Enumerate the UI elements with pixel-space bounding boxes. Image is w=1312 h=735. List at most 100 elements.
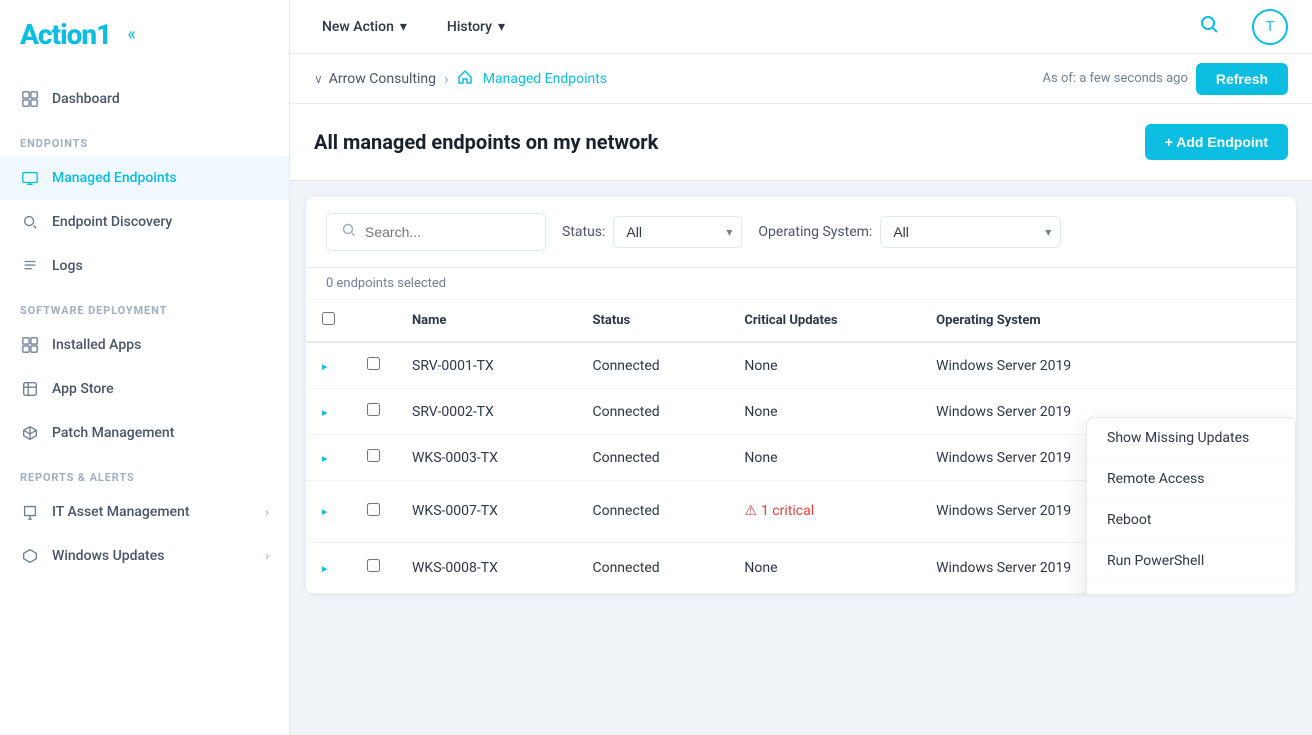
context-menu-item-show-missing-updates[interactable]: Show Missing Updates — [1087, 418, 1295, 459]
context-menu-item-run-powershell[interactable]: Run PowerShell — [1087, 541, 1295, 582]
endpoint-name: SRV-0001-TX — [396, 342, 576, 389]
critical-warning-badge: ⚠ 1 critical — [744, 503, 904, 519]
user-avatar[interactable]: T — [1252, 9, 1288, 45]
managed-endpoints-icon — [20, 168, 40, 188]
breadcrumb-bar: ∨ Arrow Consulting › Managed Endpoints A… — [290, 54, 1312, 104]
endpoint-status: Connected — [576, 435, 728, 481]
endpoint-name: WKS-0003-TX — [396, 435, 576, 481]
endpoint-name: WKS-0008-TX — [396, 542, 576, 593]
endpoint-status: Connected — [576, 481, 728, 543]
sidebar-item-endpoint-discovery[interactable]: Endpoint Discovery — [0, 200, 289, 244]
status-label: Status: — [562, 224, 605, 240]
col-critical-updates[interactable]: Critical Updates — [728, 300, 920, 342]
warning-triangle-icon: ⚠ — [744, 503, 757, 519]
row-checkbox[interactable] — [367, 449, 380, 462]
row-checkbox[interactable] — [367, 559, 380, 572]
history-label: History — [447, 19, 492, 35]
col-status[interactable]: Status — [576, 300, 728, 342]
new-action-menu[interactable]: New Action ▾ — [314, 15, 415, 39]
sidebar-item-logs[interactable]: Logs — [0, 244, 289, 288]
breadcrumb-home-icon — [457, 69, 473, 89]
os-select-wrapper[interactable]: All Windows Server 2019 Windows 10 — [880, 216, 1061, 248]
installed-apps-icon — [20, 335, 40, 355]
breadcrumb-chevron-icon: ∨ — [314, 72, 323, 86]
row-checkbox[interactable] — [367, 403, 380, 416]
row-expand-chevron[interactable]: ▸ — [306, 389, 351, 435]
sidebar-item-app-store[interactable]: App Store — [0, 367, 289, 411]
endpoint-critical: None — [728, 542, 920, 593]
status-filter: Status: All Connected Disconnected — [562, 216, 742, 248]
select-all-checkbox[interactable] — [322, 312, 335, 325]
row-checkbox-cell[interactable] — [351, 542, 396, 593]
breadcrumb-page[interactable]: Managed Endpoints — [457, 69, 607, 89]
search-icon — [341, 222, 357, 242]
logs-label: Logs — [52, 258, 83, 274]
select-all-header[interactable] — [306, 300, 351, 342]
row-checkbox-cell[interactable] — [351, 435, 396, 481]
search-icon[interactable] — [1198, 13, 1220, 40]
collapse-icon[interactable]: « — [127, 24, 135, 45]
status-select[interactable]: All Connected Disconnected — [613, 216, 742, 248]
windows-updates-arrow-icon: › — [265, 549, 269, 563]
windows-updates-icon — [20, 546, 40, 566]
add-endpoint-button[interactable]: + Add Endpoint — [1145, 124, 1288, 160]
context-menu-item-reboot[interactable]: Reboot — [1087, 500, 1295, 541]
endpoint-status: Connected — [576, 542, 728, 593]
context-menu-item-remote-access[interactable]: Remote Access — [1087, 459, 1295, 500]
context-menu-item-run-command[interactable]: Run Command — [1087, 582, 1295, 594]
endpoint-discovery-icon — [20, 212, 40, 232]
endpoint-critical: ⚠ 1 critical — [728, 481, 920, 543]
row-expand-chevron[interactable]: ▸ — [306, 435, 351, 481]
endpoint-name: WKS-0007-TX — [396, 481, 576, 543]
row-checkbox[interactable] — [367, 503, 380, 516]
installed-apps-label: Installed Apps — [52, 337, 141, 353]
sidebar-item-it-asset-management[interactable]: IT Asset Management › — [0, 490, 289, 534]
os-select[interactable]: All Windows Server 2019 Windows 10 — [880, 216, 1061, 248]
col-os[interactable]: Operating System — [920, 300, 1176, 342]
row-expand-chevron[interactable]: ▸ — [306, 481, 351, 543]
status-select-wrapper[interactable]: All Connected Disconnected — [613, 216, 742, 248]
row-expand-chevron[interactable]: ▸ — [306, 542, 351, 593]
sidebar: Action1 « Dashboard ENDPOINTS — [0, 0, 290, 735]
windows-updates-label: Windows Updates — [52, 548, 164, 564]
sidebar-item-dashboard[interactable]: Dashboard — [0, 77, 289, 121]
endpoints-selected-count: 0 endpoints selected — [306, 268, 1296, 300]
refresh-button[interactable]: Refresh — [1196, 63, 1288, 95]
table-controls: Status: All Connected Disconnected Opera… — [306, 197, 1296, 268]
section-reports-alerts: REPORTS & ALERTS — [0, 455, 289, 490]
section-endpoints: ENDPOINTS — [0, 121, 289, 156]
history-menu[interactable]: History ▾ — [439, 15, 513, 39]
row-checkbox[interactable] — [367, 357, 380, 370]
context-menu: Show Missing Updates Remote Access Reboo… — [1086, 417, 1296, 594]
table-row: ▸ SRV-0001-TX Connected None Windows Ser… — [306, 342, 1296, 389]
section-software-deployment: SOFTWARE DEPLOYMENT — [0, 288, 289, 323]
critical-count: 1 critical — [761, 503, 814, 519]
os-label: Operating System: — [758, 224, 872, 240]
row-expand-chevron[interactable]: ▸ — [306, 342, 351, 389]
col-chevron — [351, 300, 396, 342]
app-store-icon — [20, 379, 40, 399]
row-checkbox-cell[interactable] — [351, 342, 396, 389]
sidebar-item-patch-management[interactable]: Patch Management — [0, 411, 289, 455]
it-asset-arrow-icon: › — [265, 505, 269, 519]
it-asset-label: IT Asset Management — [52, 504, 190, 520]
search-input[interactable] — [365, 224, 531, 240]
new-action-label: New Action — [322, 19, 394, 35]
breadcrumb-org[interactable]: ∨ Arrow Consulting — [314, 71, 436, 87]
sidebar-item-windows-updates[interactable]: Windows Updates › — [0, 534, 289, 578]
row-checkbox-cell[interactable] — [351, 481, 396, 543]
breadcrumb-separator: › — [444, 69, 449, 88]
col-name[interactable]: Name — [396, 300, 576, 342]
endpoints-table-area: Status: All Connected Disconnected Opera… — [306, 197, 1296, 594]
sidebar-item-managed-endpoints[interactable]: Managed Endpoints — [0, 156, 289, 200]
endpoint-actions — [1176, 342, 1296, 389]
search-box[interactable] — [326, 213, 546, 251]
sidebar-item-installed-apps[interactable]: Installed Apps — [0, 323, 289, 367]
endpoint-critical: None — [728, 342, 920, 389]
content-area: ∨ Arrow Consulting › Managed Endpoints A… — [290, 54, 1312, 735]
page-header: All managed endpoints on my network + Ad… — [290, 104, 1312, 181]
col-actions — [1176, 300, 1296, 342]
app-logo: Action1 — [20, 18, 111, 51]
main-area: New Action ▾ History ▾ T ∨ Arrow Consult… — [290, 0, 1312, 735]
row-checkbox-cell[interactable] — [351, 389, 396, 435]
